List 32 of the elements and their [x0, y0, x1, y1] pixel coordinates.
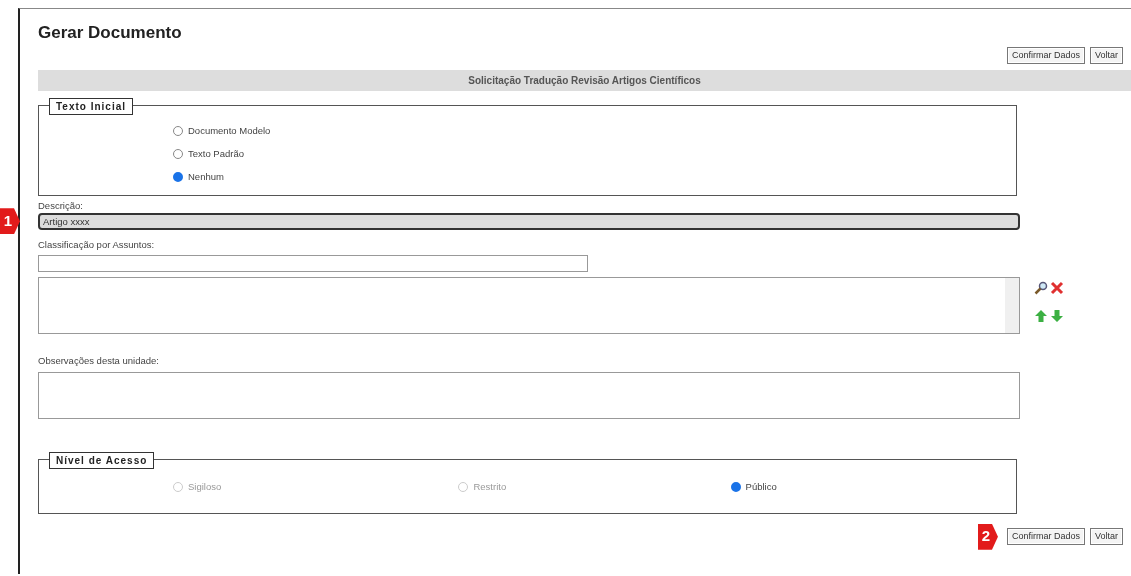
notes-textarea[interactable] [38, 371, 1020, 419]
step-marker: 2 [977, 523, 998, 550]
arrow-up-icon[interactable] [1034, 309, 1048, 323]
radio-label: Público [745, 480, 777, 495]
scrollbar[interactable] [1005, 278, 1019, 334]
page-title: Gerar Documento [38, 23, 183, 44]
action-button[interactable]: Confirmar Dados [1006, 47, 1085, 64]
radio-button[interactable] [173, 126, 183, 137]
action-button[interactable]: Confirmar Dados [1006, 528, 1085, 546]
field-label: Descrição: [38, 199, 84, 213]
radio-button[interactable] [173, 149, 183, 160]
action-button[interactable]: Voltar [1090, 47, 1123, 64]
description-field[interactable]: Artigo xxxx [38, 213, 1020, 231]
fieldset-legend: Nível de Acesso [49, 451, 155, 469]
radio-label: Texto Padrão [188, 147, 244, 162]
radio-label: Sigiloso [188, 480, 222, 495]
action-button[interactable]: Voltar [1090, 528, 1123, 546]
radio-label: Restrito [473, 480, 507, 495]
field-label: Observações desta unidade: [38, 354, 160, 369]
fieldset-legend: Texto Inicial [49, 98, 134, 115]
step-marker: 1 [0, 208, 20, 235]
radio-button[interactable] [173, 172, 183, 183]
close-icon[interactable] [1050, 281, 1064, 296]
search-icon[interactable] [1034, 281, 1048, 296]
arrow-down-icon[interactable] [1050, 309, 1064, 323]
section-title: Solicitação Tradução Revisão Artigos Científicos [38, 70, 1131, 91]
subject-search-field[interactable] [38, 255, 588, 273]
radio-label: Documento Modelo [188, 124, 271, 139]
radio-label: Nenhum [188, 170, 224, 185]
field-label: Classificação por Assuntos: [38, 238, 156, 253]
radio-button[interactable] [730, 482, 741, 493]
subject-list[interactable] [38, 277, 1020, 335]
